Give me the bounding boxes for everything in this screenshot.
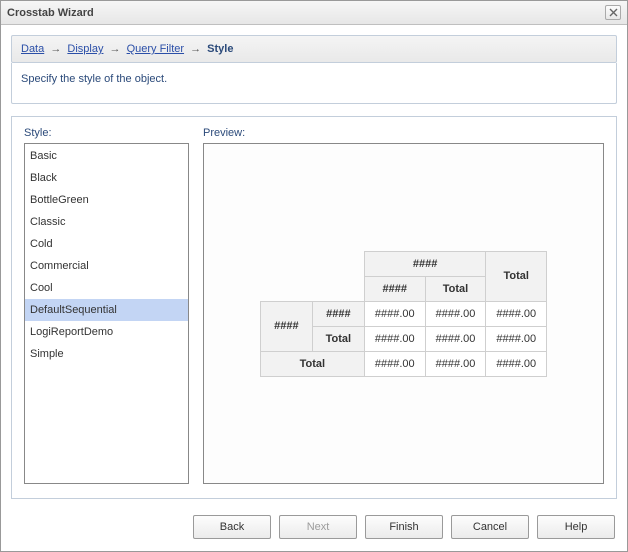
col-grand-total-header: Total <box>486 251 547 301</box>
style-item-simple[interactable]: Simple <box>25 343 188 365</box>
breadcrumb-display[interactable]: Display <box>67 43 103 55</box>
data-cell: ####.00 <box>486 351 547 376</box>
breadcrumb: Data → Display → Query Filter → Style <box>11 35 617 63</box>
data-cell: ####.00 <box>486 301 547 326</box>
close-icon <box>609 8 618 17</box>
next-button[interactable]: Next <box>279 515 357 539</box>
button-row: Back Next Finish Cancel Help <box>1 505 627 551</box>
close-button[interactable] <box>605 5 621 20</box>
style-item-commercial[interactable]: Commercial <box>25 255 188 277</box>
row-grand-total-header: Total <box>260 351 364 376</box>
preview-box: #### Total #### Total #### #### ####.00 … <box>203 143 604 484</box>
row-group-header: #### <box>260 301 312 351</box>
data-cell: ####.00 <box>425 351 486 376</box>
style-item-bottlegreen[interactable]: BottleGreen <box>25 189 188 211</box>
crosstab-wizard-window: Crosstab Wizard Data → Display → Query F… <box>0 0 628 552</box>
data-cell: ####.00 <box>425 301 486 326</box>
row-sub-total-header: Total <box>312 326 364 351</box>
style-item-logireportdemo[interactable]: LogiReportDemo <box>25 321 188 343</box>
cancel-button[interactable]: Cancel <box>451 515 529 539</box>
col-group-header: #### <box>364 251 486 276</box>
main-panel: Style: BasicBlackBottleGreenClassicColdC… <box>11 116 617 499</box>
data-cell: ####.00 <box>364 326 425 351</box>
col-sub-header: #### <box>364 276 425 301</box>
col-sub-total-header: Total <box>425 276 486 301</box>
preview-label: Preview: <box>203 127 604 139</box>
arrow-icon: → <box>190 43 201 55</box>
style-list[interactable]: BasicBlackBottleGreenClassicColdCommerci… <box>24 143 189 484</box>
titlebar: Crosstab Wizard <box>1 1 627 25</box>
style-column: Style: BasicBlackBottleGreenClassicColdC… <box>24 127 189 484</box>
data-cell: ####.00 <box>364 301 425 326</box>
window-title: Crosstab Wizard <box>7 7 605 19</box>
style-item-cold[interactable]: Cold <box>25 233 188 255</box>
breadcrumb-data[interactable]: Data <box>21 43 44 55</box>
help-button[interactable]: Help <box>537 515 615 539</box>
row-sub-header: #### <box>312 301 364 326</box>
breadcrumb-style: Style <box>207 43 233 55</box>
data-cell: ####.00 <box>364 351 425 376</box>
style-item-black[interactable]: Black <box>25 167 188 189</box>
style-item-cool[interactable]: Cool <box>25 277 188 299</box>
back-button[interactable]: Back <box>193 515 271 539</box>
style-label: Style: <box>24 127 189 139</box>
preview-column: Preview: #### Total #### Total <box>203 127 604 484</box>
instruction-text: Specify the style of the object. <box>11 63 617 104</box>
content-area: Data → Display → Query Filter → Style Sp… <box>1 25 627 505</box>
arrow-icon: → <box>110 43 121 55</box>
data-cell: ####.00 <box>425 326 486 351</box>
style-item-basic[interactable]: Basic <box>25 145 188 167</box>
data-cell: ####.00 <box>486 326 547 351</box>
finish-button[interactable]: Finish <box>365 515 443 539</box>
style-item-defaultsequential[interactable]: DefaultSequential <box>25 299 188 321</box>
breadcrumb-query-filter[interactable]: Query Filter <box>127 43 184 55</box>
preview-crosstab: #### Total #### Total #### #### ####.00 … <box>260 251 547 377</box>
arrow-icon: → <box>50 43 61 55</box>
style-item-classic[interactable]: Classic <box>25 211 188 233</box>
